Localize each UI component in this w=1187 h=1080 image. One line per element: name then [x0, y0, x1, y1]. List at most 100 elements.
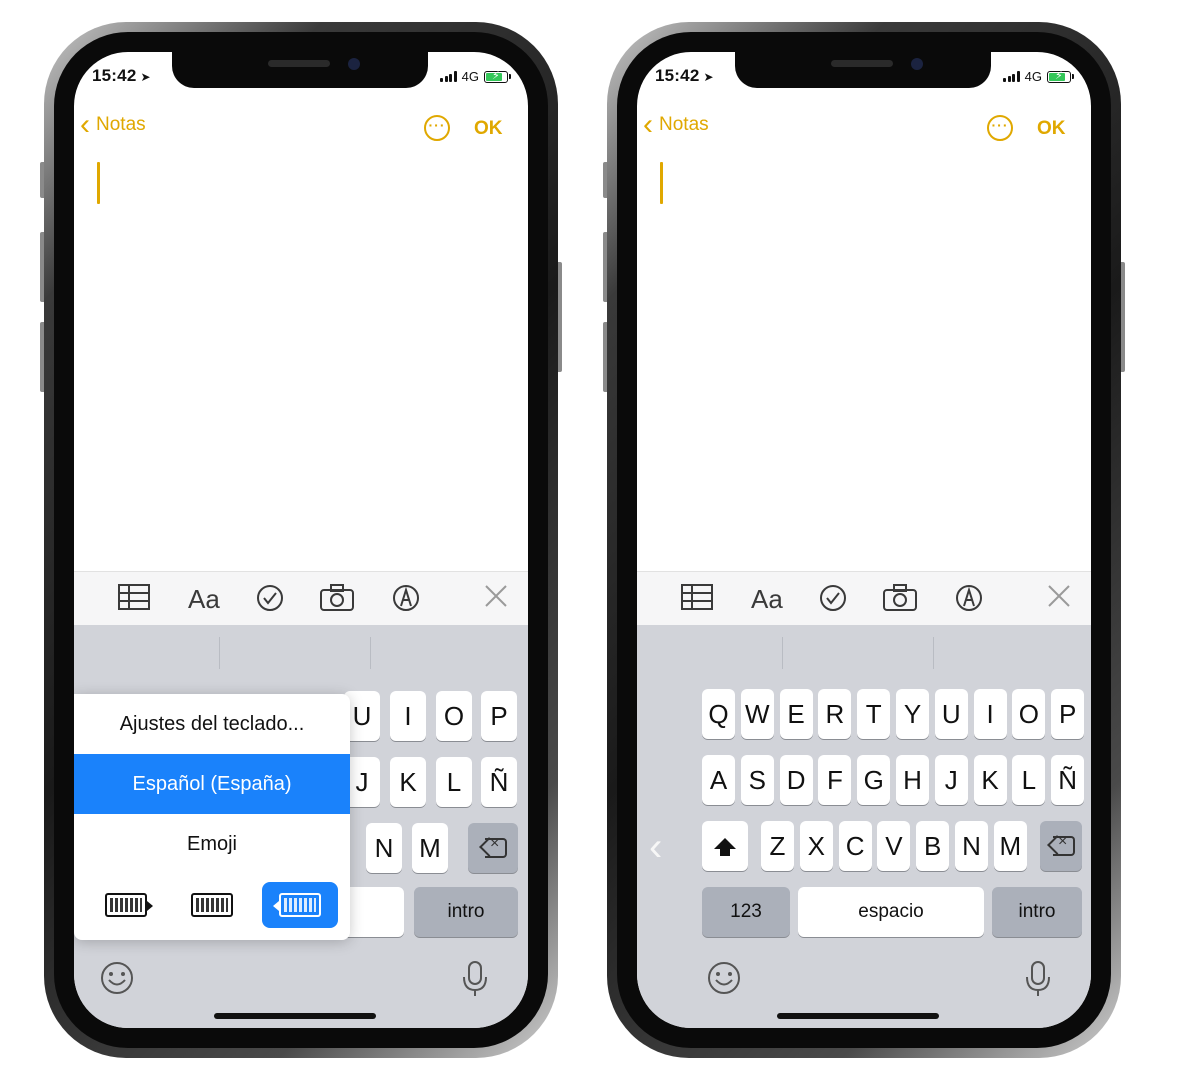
space-key[interactable]: espacio	[798, 887, 984, 937]
camera-icon[interactable]	[320, 584, 354, 620]
key-e[interactable]: E	[779, 689, 813, 739]
backspace-icon: ×	[479, 835, 507, 858]
key-w[interactable]: W	[740, 689, 774, 739]
backspace-key[interactable]: ×	[468, 823, 518, 873]
keyboard-icon	[191, 893, 233, 917]
back-label: Notas	[659, 114, 709, 135]
key-j[interactable]: J	[934, 755, 968, 805]
more-icon[interactable]: ···	[424, 115, 450, 141]
key-x[interactable]: X	[799, 821, 833, 871]
back-label: Notas	[96, 114, 146, 135]
table-icon[interactable]	[118, 584, 150, 618]
done-button[interactable]: OK	[1037, 118, 1066, 140]
keyboard-switcher-menu: Ajustes del teclado... Español (España) …	[74, 694, 350, 940]
microphone-icon[interactable]	[1025, 961, 1051, 1005]
key-r[interactable]: R	[818, 689, 852, 739]
table-icon[interactable]	[681, 584, 713, 618]
back-button[interactable]: ‹ Notas	[80, 110, 146, 140]
return-key[interactable]: intro	[992, 887, 1082, 937]
location-icon: ➤	[703, 70, 714, 84]
numbers-key[interactable]: 123	[702, 887, 790, 937]
emoji-keyboard-item[interactable]: Emoji	[74, 814, 350, 874]
shift-icon	[714, 837, 736, 856]
screen: 15:42 ➤ 4G ⚡ ‹ Notas ··· OK Aa	[637, 52, 1091, 1028]
key-t[interactable]: T	[857, 689, 891, 739]
markup-icon[interactable]	[392, 584, 420, 620]
key-m[interactable]: M	[993, 821, 1027, 871]
signal-icon	[440, 71, 457, 82]
back-button[interactable]: ‹ Notas	[643, 110, 709, 140]
key-s[interactable]: S	[740, 755, 774, 805]
key-l[interactable]: L	[436, 757, 472, 807]
format-text-icon[interactable]: Aa	[188, 584, 220, 614]
key-k[interactable]: K	[973, 755, 1007, 805]
done-button[interactable]: OK	[474, 118, 503, 140]
key-n[interactable]: N	[955, 821, 988, 871]
predictive-bar	[637, 625, 1091, 679]
key-l[interactable]: L	[1012, 755, 1046, 805]
shift-key[interactable]	[702, 821, 748, 871]
notes-toolbar: Aa	[637, 571, 1091, 625]
key-q[interactable]: Q	[702, 689, 735, 739]
left-handed-keyboard-option[interactable]	[88, 882, 164, 928]
text-cursor[interactable]	[97, 162, 100, 204]
notch	[735, 52, 991, 88]
key-b[interactable]: B	[916, 821, 950, 871]
key-k[interactable]: K	[390, 757, 426, 807]
key-u[interactable]: U	[934, 689, 968, 739]
keyboard-position-options	[74, 874, 350, 940]
format-text-icon[interactable]: Aa	[751, 584, 783, 614]
emoji-icon[interactable]	[707, 961, 741, 1003]
key-a[interactable]: A	[702, 755, 735, 805]
key-z[interactable]: Z	[761, 821, 794, 871]
key-v[interactable]: V	[877, 821, 911, 871]
predictive-bar	[74, 625, 528, 679]
signal-icon	[1003, 71, 1020, 82]
keyboard: ‹ QWERTYUIOP ASDFGHJKLÑ ZXCVBNM × 123 espa…	[637, 625, 1091, 1028]
text-cursor[interactable]	[660, 162, 663, 204]
full-keyboard-option[interactable]	[174, 882, 250, 928]
key-c[interactable]: C	[838, 821, 872, 871]
key-n-tilde[interactable]: Ñ	[481, 757, 517, 807]
checklist-icon[interactable]	[819, 584, 847, 620]
key-i[interactable]: I	[973, 689, 1007, 739]
key-g[interactable]: G	[857, 755, 891, 805]
key-n-tilde[interactable]: Ñ	[1051, 755, 1085, 805]
close-icon[interactable]	[1047, 584, 1071, 616]
home-indicator[interactable]	[214, 1013, 376, 1019]
emoji-icon[interactable]	[100, 961, 134, 1003]
phone-frame: 15:42 ➤ 4G ⚡ ‹ Notas ··· OK Aa	[607, 22, 1121, 1058]
status-time: 15:42 ➤	[92, 66, 151, 85]
keyboard-settings-item[interactable]: Ajustes del teclado...	[74, 694, 350, 754]
key-m[interactable]: M	[412, 823, 448, 873]
status-indicators: 4G ⚡	[1003, 69, 1074, 84]
chevron-left-icon: ‹	[80, 108, 90, 141]
key-i[interactable]: I	[390, 691, 426, 741]
key-o[interactable]: O	[436, 691, 472, 741]
battery-icon: ⚡	[484, 70, 511, 83]
return-key[interactable]: intro	[414, 887, 518, 937]
key-f[interactable]: F	[818, 755, 852, 805]
key-d[interactable]: D	[779, 755, 813, 805]
key-p[interactable]: P	[481, 691, 517, 741]
camera-icon[interactable]	[883, 584, 917, 620]
expand-keyboard-icon[interactable]: ‹	[649, 825, 662, 870]
keyboard-left-icon	[105, 893, 153, 917]
spanish-keyboard-item[interactable]: Español (España)	[74, 754, 350, 814]
status-indicators: 4G ⚡	[440, 69, 511, 84]
checklist-icon[interactable]	[256, 584, 284, 620]
more-icon[interactable]: ···	[987, 115, 1013, 141]
markup-icon[interactable]	[955, 584, 983, 620]
key-p[interactable]: P	[1051, 689, 1085, 739]
backspace-key[interactable]: ×	[1040, 821, 1082, 871]
key-h[interactable]: H	[896, 755, 929, 805]
backspace-icon: ×	[1047, 833, 1075, 856]
home-indicator[interactable]	[777, 1013, 939, 1019]
close-icon[interactable]	[484, 584, 508, 616]
key-o[interactable]: O	[1012, 689, 1046, 739]
status-time: 15:42 ➤	[655, 66, 714, 85]
key-n[interactable]: N	[366, 823, 402, 873]
microphone-icon[interactable]	[462, 961, 488, 1005]
right-handed-keyboard-option[interactable]	[262, 882, 338, 928]
key-y[interactable]: Y	[896, 689, 929, 739]
